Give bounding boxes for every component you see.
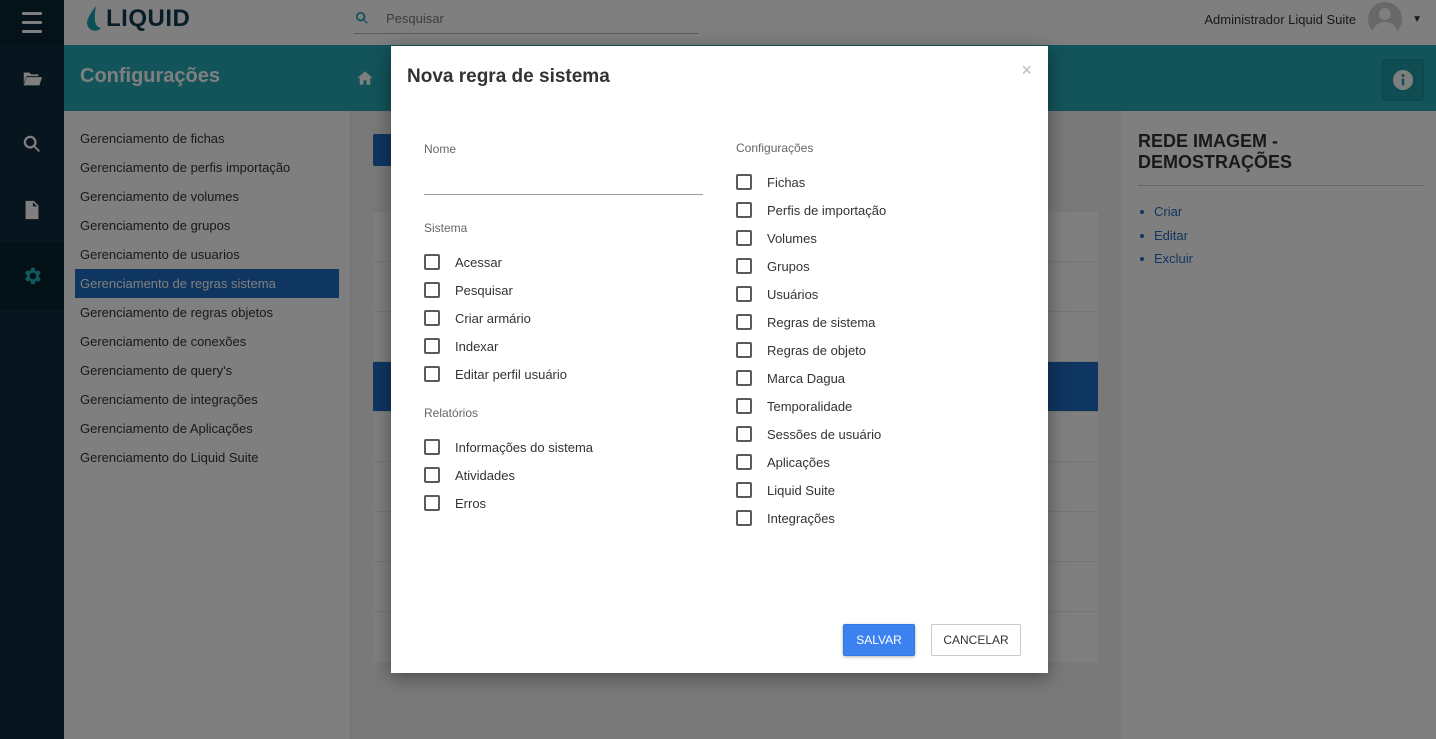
checkbox-regras-sistema[interactable]: Regras de sistema bbox=[736, 313, 875, 331]
configuracoes-label: Configurações bbox=[736, 141, 814, 155]
checkbox-label: Regras de objeto bbox=[767, 342, 867, 358]
checkbox-label: Grupos bbox=[767, 258, 810, 274]
checkbox-box[interactable] bbox=[736, 510, 752, 526]
checkbox-indexar[interactable]: Indexar bbox=[424, 337, 498, 355]
checkbox-label: Sessões de usuário bbox=[767, 426, 882, 442]
sistema-label: Sistema bbox=[424, 221, 468, 235]
name-label: Nome bbox=[424, 142, 457, 156]
checkbox-usuarios[interactable]: Usuários bbox=[736, 285, 818, 303]
checkbox-pesquisar[interactable]: Pesquisar bbox=[424, 281, 513, 299]
checkbox-label: Informações do sistema bbox=[455, 439, 594, 455]
checkbox-box[interactable] bbox=[424, 467, 440, 483]
checkbox-sessoes-usuario[interactable]: Sessões de usuário bbox=[736, 425, 881, 443]
checkbox-label: Aplicações bbox=[767, 454, 830, 470]
checkbox-erros[interactable]: Erros bbox=[424, 494, 486, 512]
checkbox-box[interactable] bbox=[424, 254, 440, 270]
checkbox-box[interactable] bbox=[424, 439, 440, 455]
checkbox-box[interactable] bbox=[736, 370, 752, 386]
cancel-button[interactable]: CANCELAR bbox=[931, 624, 1021, 656]
checkbox-label: Liquid Suite bbox=[767, 482, 835, 498]
checkbox-label: Temporalidade bbox=[767, 398, 853, 414]
checkbox-box[interactable] bbox=[424, 366, 440, 382]
checkbox-regras-objeto[interactable]: Regras de objeto bbox=[736, 341, 866, 359]
checkbox-aplicacoes[interactable]: Aplicações bbox=[736, 453, 830, 471]
checkbox-label: Pesquisar bbox=[455, 282, 513, 298]
checkbox-box[interactable] bbox=[736, 202, 752, 218]
checkbox-volumes[interactable]: Volumes bbox=[736, 229, 817, 247]
checkbox-label: Usuários bbox=[767, 286, 819, 302]
checkbox-temporalidade[interactable]: Temporalidade bbox=[736, 397, 852, 415]
checkbox-fichas[interactable]: Fichas bbox=[736, 173, 805, 191]
checkbox-box[interactable] bbox=[736, 426, 752, 442]
checkbox-box[interactable] bbox=[736, 286, 752, 302]
checkbox-atividades[interactable]: Atividades bbox=[424, 466, 515, 484]
checkbox-label: Regras de sistema bbox=[767, 314, 876, 330]
checkbox-label: Editar perfil usuário bbox=[455, 366, 567, 382]
checkbox-box[interactable] bbox=[736, 454, 752, 470]
checkbox-label: Integrações bbox=[767, 510, 835, 526]
checkbox-box[interactable] bbox=[424, 282, 440, 298]
checkbox-box[interactable] bbox=[424, 495, 440, 511]
checkbox-marca-dagua[interactable]: Marca Dagua bbox=[736, 369, 845, 387]
save-button[interactable]: SALVAR bbox=[843, 624, 915, 656]
checkbox-box[interactable] bbox=[736, 230, 752, 246]
close-icon[interactable]: × bbox=[1021, 60, 1032, 81]
checkbox-label: Criar armário bbox=[455, 310, 531, 326]
checkbox-label: Marca Dagua bbox=[767, 370, 846, 386]
checkbox-box[interactable] bbox=[736, 482, 752, 498]
checkbox-label: Atividades bbox=[455, 467, 515, 483]
checkbox-label: Volumes bbox=[767, 230, 817, 246]
checkbox-box[interactable] bbox=[424, 310, 440, 326]
checkbox-label: Erros bbox=[455, 495, 487, 511]
checkbox-box[interactable] bbox=[736, 342, 752, 358]
checkbox-label: Acessar bbox=[455, 254, 502, 270]
dialog-title: Nova regra de sistema bbox=[407, 66, 610, 87]
checkbox-label: Indexar bbox=[455, 338, 499, 354]
checkbox-label: Perfis de importação bbox=[767, 202, 887, 218]
checkbox-box[interactable] bbox=[736, 398, 752, 414]
relatorios-label: Relatórios bbox=[424, 406, 479, 420]
checkbox-box[interactable] bbox=[736, 314, 752, 330]
checkbox-box[interactable] bbox=[424, 338, 440, 354]
checkbox-integracoes[interactable]: Integrações bbox=[736, 509, 835, 527]
checkbox-liquid-suite[interactable]: Liquid Suite bbox=[736, 481, 835, 499]
name-input[interactable] bbox=[424, 172, 703, 195]
checkbox-box[interactable] bbox=[736, 174, 752, 190]
checkbox-criar-armario[interactable]: Criar armário bbox=[424, 309, 531, 327]
checkbox-perfis-importacao[interactable]: Perfis de importação bbox=[736, 201, 886, 219]
checkbox-label: Fichas bbox=[767, 174, 806, 190]
checkbox-acessar[interactable]: Acessar bbox=[424, 253, 502, 271]
checkbox-informacoes-sistema[interactable]: Informações do sistema bbox=[424, 438, 593, 456]
checkbox-editar-perfil-usuario[interactable]: Editar perfil usuário bbox=[424, 365, 567, 383]
new-system-rule-dialog: Nova regra de sistema × Nome Sistema Ace… bbox=[391, 46, 1048, 673]
checkbox-grupos[interactable]: Grupos bbox=[736, 257, 810, 275]
checkbox-box[interactable] bbox=[736, 258, 752, 274]
